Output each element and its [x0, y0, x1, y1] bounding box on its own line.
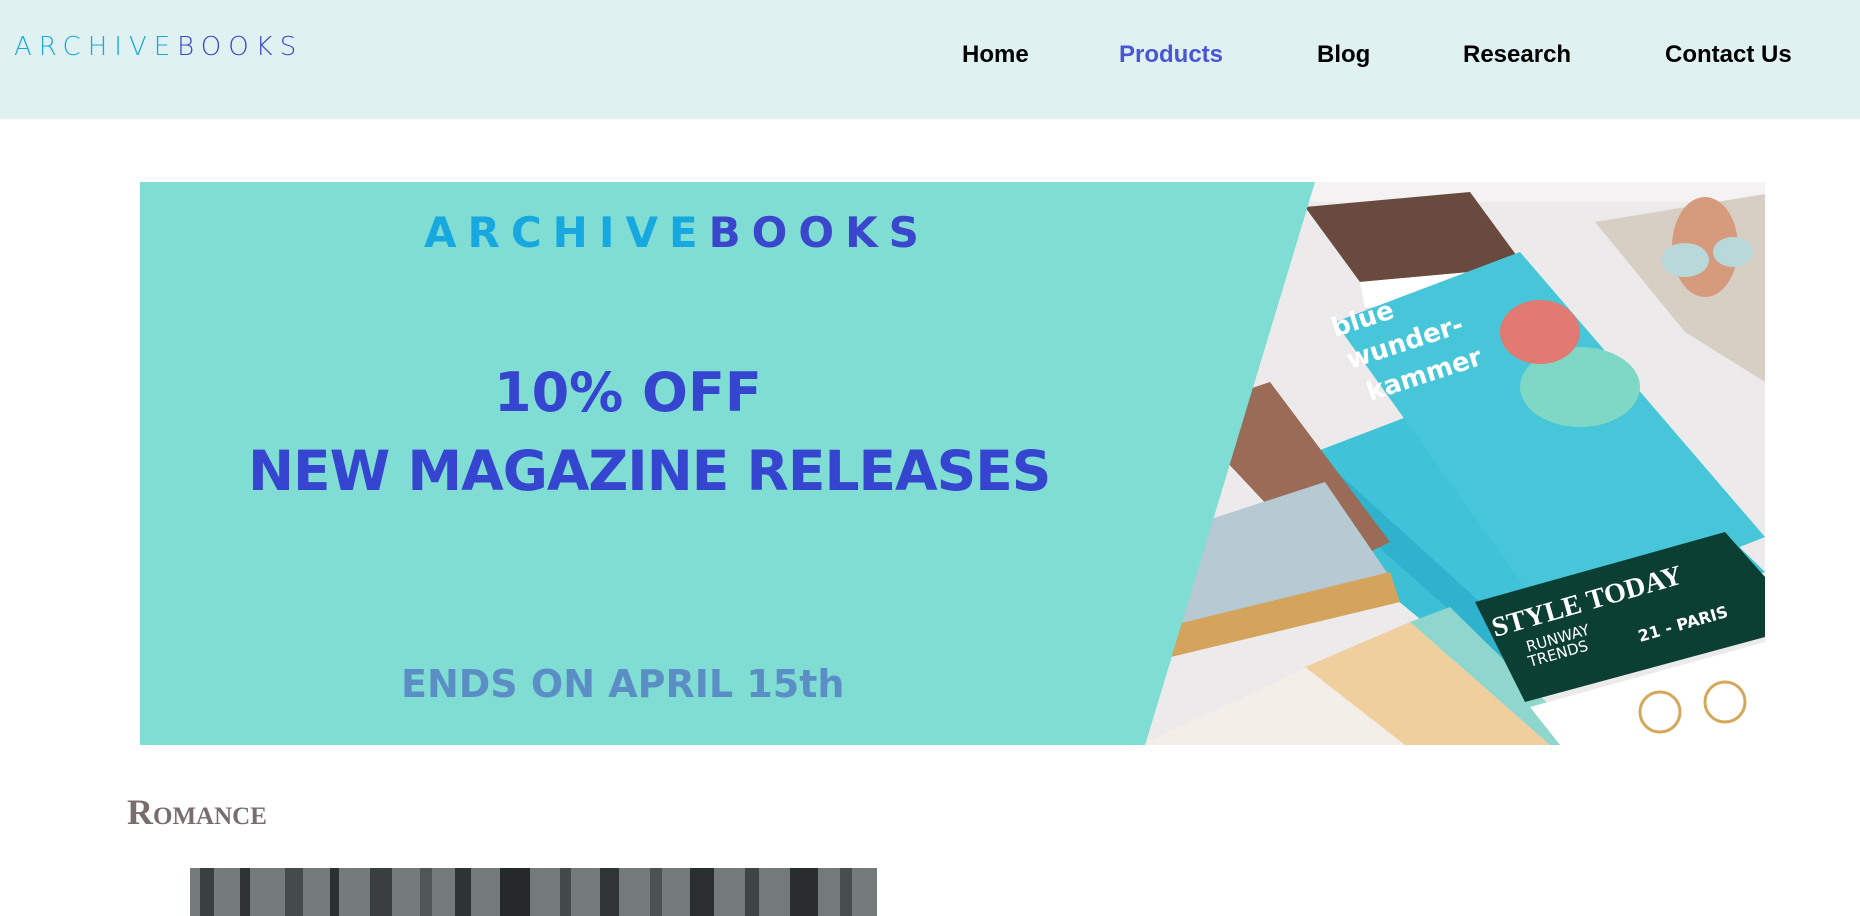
forest-image — [190, 868, 877, 916]
nav-home[interactable]: Home — [962, 40, 1029, 70]
site-header: ARCHIVEBOOKS Home Products Blog Research… — [0, 0, 1860, 119]
nav-contact-us[interactable]: Contact Us — [1665, 40, 1792, 70]
banner-headline: NEW MAGAZINE RELEASES — [248, 439, 1051, 503]
banner-end-date: ENDS ON APRIL 15th — [401, 662, 845, 706]
nav-blog[interactable]: Blog — [1317, 40, 1370, 70]
banner-discount: 10% OFF — [494, 361, 762, 424]
banner-logo-books: BOOKS — [708, 208, 930, 257]
logo-text-books: BOOKS — [177, 32, 304, 62]
banner-logo: ARCHIVEBOOKS — [424, 208, 930, 258]
banner-logo-archive: ARCHIVE — [424, 208, 709, 257]
nav-products[interactable]: Products — [1119, 40, 1223, 70]
section-title-romance: Romance — [127, 792, 267, 832]
logo-text-archive: ARCHIVE — [14, 32, 178, 62]
site-logo[interactable]: ARCHIVEBOOKS — [14, 32, 303, 62]
romance-product-image[interactable] — [190, 868, 877, 916]
nav-research[interactable]: Research — [1463, 40, 1571, 70]
promo-banner[interactable]: blue wunder- kammer STYLE TODAY RUNWAY T… — [140, 182, 1765, 745]
